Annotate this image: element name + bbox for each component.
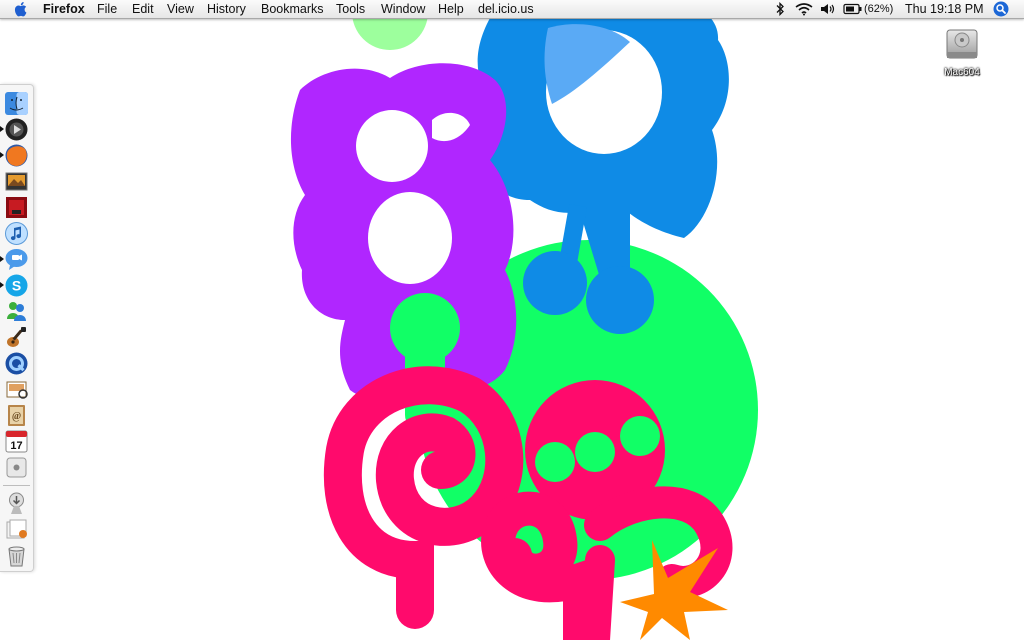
menu-window[interactable]: Window (381, 1, 425, 17)
wifi-icon[interactable] (795, 2, 813, 16)
downloads-stack-icon[interactable] (4, 491, 29, 516)
menu-tools[interactable]: Tools (336, 1, 365, 17)
hard-drive-icon (946, 29, 978, 59)
app-menu-firefox[interactable]: Firefox (43, 1, 85, 17)
ichat-icon[interactable] (4, 247, 29, 272)
svg-text:S: S (12, 278, 21, 294)
itunes-icon[interactable] (4, 221, 29, 246)
garageband-icon[interactable] (4, 325, 29, 350)
quicktime-icon[interactable] (4, 351, 29, 376)
photo-booth-icon[interactable] (4, 195, 29, 220)
running-indicator (0, 282, 4, 288)
menu-view[interactable]: View (167, 1, 194, 17)
menu-clock[interactable]: Thu 19:18 PM (905, 1, 984, 17)
iphoto-icon[interactable] (4, 169, 29, 194)
skype-icon[interactable]: S (4, 273, 29, 298)
menu-bookmarks[interactable]: Bookmarks (261, 1, 324, 17)
battery-percent[interactable]: (62%) (864, 1, 893, 17)
dock-separator (3, 485, 30, 486)
trash-icon[interactable] (4, 543, 29, 568)
finder-icon[interactable] (4, 91, 29, 116)
bluetooth-icon[interactable] (775, 2, 785, 16)
firefox-icon[interactable] (4, 143, 29, 168)
menu-edit[interactable]: Edit (132, 1, 154, 17)
drive-label: Mac604 (944, 67, 980, 78)
running-indicator (0, 152, 4, 158)
battery-icon[interactable] (843, 3, 863, 15)
menu-file[interactable]: File (97, 1, 117, 17)
running-indicator (0, 126, 4, 132)
documents-stack-icon[interactable] (4, 517, 29, 542)
menu-help[interactable]: Help (438, 1, 464, 17)
desktop-wallpaper (290, 0, 758, 640)
volume-icon[interactable] (820, 2, 836, 16)
menu-bar: Firefox File Edit View History Bookmarks… (0, 0, 1024, 19)
ical-date: 17 (10, 440, 22, 452)
system-icon[interactable] (4, 455, 29, 480)
menu-delicious[interactable]: del.icio.us (478, 1, 534, 17)
apple-menu-icon[interactable] (14, 1, 29, 17)
svg-text:@: @ (12, 411, 21, 422)
front-row-icon[interactable] (4, 117, 29, 142)
running-indicator (0, 256, 4, 262)
desktop-drive[interactable]: Mac604 (938, 22, 986, 82)
ical-icon[interactable]: 17 (4, 429, 29, 454)
dock: S @ 17 (0, 84, 34, 572)
preview-icon[interactable] (4, 377, 29, 402)
msn-messenger-icon[interactable] (4, 299, 29, 324)
spotlight-icon[interactable] (993, 1, 1009, 17)
menu-history[interactable]: History (207, 1, 246, 17)
address-book-icon[interactable]: @ (4, 403, 29, 428)
